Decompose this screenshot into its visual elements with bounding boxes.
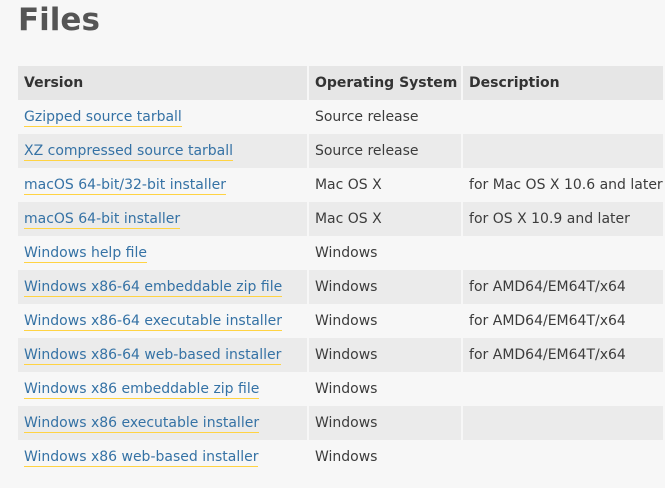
description-cell bbox=[463, 440, 663, 474]
os-cell: Windows bbox=[308, 372, 462, 406]
description-cell: for Mac OS X 10.6 and later bbox=[463, 168, 663, 202]
version-cell: Windows x86-64 executable installer bbox=[18, 304, 307, 338]
os-cell: Mac OS X bbox=[308, 168, 462, 202]
version-cell: Windows x86-64 web-based installer bbox=[18, 338, 307, 372]
table-row: Windows x86-64 embeddable zip file Windo… bbox=[18, 270, 663, 304]
table-row: Windows help file Windows bbox=[18, 236, 663, 270]
column-header-description: Description bbox=[463, 66, 663, 100]
table-row: macOS 64-bit/32-bit installer Mac OS X f… bbox=[18, 168, 663, 202]
table-row: Windows x86 executable installer Windows bbox=[18, 406, 663, 440]
download-link[interactable]: Windows x86 web-based installer bbox=[24, 449, 259, 467]
os-cell: Windows bbox=[308, 440, 462, 474]
table-row: Gzipped source tarball Source release bbox=[18, 100, 663, 134]
description-cell: for OS X 10.9 and later bbox=[463, 202, 663, 236]
version-cell: Windows x86 executable installer bbox=[18, 406, 307, 440]
version-cell: XZ compressed source tarball bbox=[18, 134, 307, 168]
os-cell: Windows bbox=[308, 304, 462, 338]
download-link[interactable]: Windows x86 embeddable zip file bbox=[24, 381, 260, 399]
version-cell: Windows x86-64 embeddable zip file bbox=[18, 270, 307, 304]
download-link[interactable]: Windows help file bbox=[24, 245, 147, 263]
description-cell bbox=[463, 406, 663, 440]
download-link[interactable]: Windows x86 executable installer bbox=[24, 415, 260, 433]
download-link[interactable]: Windows x86-64 embeddable zip file bbox=[24, 279, 283, 297]
description-cell bbox=[463, 236, 663, 270]
os-cell: Mac OS X bbox=[308, 202, 462, 236]
table-row: Windows x86-64 executable installer Wind… bbox=[18, 304, 663, 338]
column-header-operating-system: Operating System bbox=[308, 66, 462, 100]
download-link[interactable]: macOS 64-bit/32-bit installer bbox=[24, 177, 226, 195]
description-cell: for AMD64/EM64T/x64 bbox=[463, 304, 663, 338]
version-cell: Windows help file bbox=[18, 236, 307, 270]
table-row: XZ compressed source tarball Source rele… bbox=[18, 134, 663, 168]
os-cell: Windows bbox=[308, 406, 462, 440]
download-link[interactable]: Windows x86-64 web-based installer bbox=[24, 347, 282, 365]
files-table-body: Gzipped source tarball Source release XZ… bbox=[18, 100, 663, 474]
download-link[interactable]: Gzipped source tarball bbox=[24, 109, 182, 127]
description-cell bbox=[463, 100, 663, 134]
version-cell: Windows x86 web-based installer bbox=[18, 440, 307, 474]
page-title: Files bbox=[18, 2, 100, 38]
download-link[interactable]: Windows x86-64 executable installer bbox=[24, 313, 282, 331]
os-cell: Source release bbox=[308, 134, 462, 168]
description-cell: for AMD64/EM64T/x64 bbox=[463, 270, 663, 304]
column-header-version: Version bbox=[18, 66, 307, 100]
description-cell bbox=[463, 372, 663, 406]
os-cell: Windows bbox=[308, 338, 462, 372]
version-cell: macOS 64-bit/32-bit installer bbox=[18, 168, 307, 202]
version-cell: Windows x86 embeddable zip file bbox=[18, 372, 307, 406]
table-row: Windows x86 web-based installer Windows bbox=[18, 440, 663, 474]
table-row: Windows x86-64 web-based installer Windo… bbox=[18, 338, 663, 372]
version-cell: Gzipped source tarball bbox=[18, 100, 307, 134]
description-cell bbox=[463, 134, 663, 168]
os-cell: Windows bbox=[308, 236, 462, 270]
download-link[interactable]: XZ compressed source tarball bbox=[24, 143, 234, 161]
table-row: macOS 64-bit installer Mac OS X for OS X… bbox=[18, 202, 663, 236]
table-row: Windows x86 embeddable zip file Windows bbox=[18, 372, 663, 406]
download-link[interactable]: macOS 64-bit installer bbox=[24, 211, 181, 229]
table-header-row: Version Operating System Description bbox=[18, 66, 663, 100]
version-cell: macOS 64-bit installer bbox=[18, 202, 307, 236]
files-table: Version Operating System Description Gzi… bbox=[16, 66, 665, 474]
os-cell: Windows bbox=[308, 270, 462, 304]
description-cell: for AMD64/EM64T/x64 bbox=[463, 338, 663, 372]
os-cell: Source release bbox=[308, 100, 462, 134]
